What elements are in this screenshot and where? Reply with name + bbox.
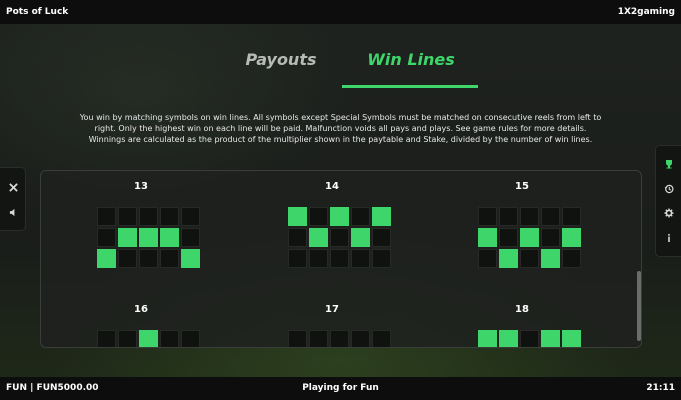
win-line-cell [97, 228, 116, 247]
win-line-cell [372, 228, 391, 247]
win-line-cell-active [499, 249, 518, 268]
mode-label: Playing for Fun [302, 383, 379, 393]
win-line-cell [160, 330, 179, 347]
win-line-cell [520, 207, 539, 226]
win-line-cell [351, 330, 370, 347]
history-icon[interactable] [663, 183, 675, 195]
win-line-number: 18 [515, 304, 529, 315]
active-tab-indicator [342, 85, 478, 88]
win-line-cell [478, 249, 497, 268]
win-line-cell [372, 330, 391, 347]
win-line-cell-active [478, 228, 497, 247]
win-line-cell-active [499, 330, 518, 347]
win-line-cell-active [309, 228, 328, 247]
win-line-cell [118, 207, 137, 226]
win-line-cell-active [351, 228, 370, 247]
win-line-cell-active [541, 330, 560, 347]
win-line-cell [499, 207, 518, 226]
win-line-cell [541, 228, 560, 247]
win-line-number: 16 [134, 304, 148, 315]
win-line-cell-active [562, 330, 581, 347]
clock: 21:11 [646, 383, 675, 393]
win-line-cell [351, 207, 370, 226]
win-lines-panel[interactable]: 13 14 15 16 17 18 [40, 170, 642, 348]
win-line-cell [288, 228, 307, 247]
top-bar: Pots of Luck 1X2gaming [0, 0, 681, 24]
win-line-cell [330, 249, 349, 268]
win-line-cell [309, 249, 328, 268]
win-line-cell-active [288, 207, 307, 226]
win-line-cell [118, 249, 137, 268]
win-line-cell [139, 249, 158, 268]
win-line-cell [562, 249, 581, 268]
win-lines-description: You win by matching symbols on win lines… [79, 113, 602, 144]
win-line-cell-active [118, 228, 137, 247]
right-control-panel [655, 145, 681, 257]
win-line-cell [97, 330, 116, 347]
tab-bar: Payouts Win Lines [216, 44, 478, 90]
close-icon[interactable] [7, 181, 19, 193]
win-line-cell [499, 228, 518, 247]
win-line-cell [181, 228, 200, 247]
win-line-number: 13 [134, 181, 148, 192]
win-line-14: 14 [272, 181, 392, 281]
win-line-cell [330, 330, 349, 347]
win-line-cell [288, 249, 307, 268]
win-line-cell [160, 207, 179, 226]
win-line-cell-active [181, 249, 200, 268]
win-line-cell-active [139, 330, 158, 347]
win-line-cell [139, 207, 158, 226]
win-line-cell-active [97, 249, 116, 268]
info-icon[interactable] [663, 232, 675, 244]
win-line-cell [372, 249, 391, 268]
win-line-cell [97, 207, 116, 226]
win-line-cell-active [330, 207, 349, 226]
win-line-15: 15 [462, 181, 582, 281]
win-line-cell [118, 330, 137, 347]
win-line-cell-active [541, 249, 560, 268]
win-line-cell [181, 207, 200, 226]
tab-payouts[interactable]: Payouts [216, 50, 346, 69]
win-line-cell [541, 207, 560, 226]
brand-name: 1X2gaming [617, 7, 675, 17]
win-line-cell-active [562, 228, 581, 247]
status-bar: FUN | FUN5000.00 Playing for Fun 21:11 [0, 377, 681, 400]
win-line-cell-active [160, 228, 179, 247]
win-line-cell [309, 207, 328, 226]
win-line-cell [288, 330, 307, 347]
win-line-cell-active [372, 207, 391, 226]
win-line-cell [351, 249, 370, 268]
win-line-cell [160, 249, 179, 268]
win-line-cell [181, 330, 200, 347]
win-line-number: 17 [325, 304, 339, 315]
win-line-16: 16 [81, 304, 201, 347]
win-line-cell [562, 207, 581, 226]
win-line-13: 13 [81, 181, 201, 281]
win-line-number: 14 [325, 181, 339, 192]
left-control-panel [0, 167, 26, 231]
trophy-icon[interactable] [663, 158, 675, 170]
win-line-18: 18 [462, 304, 582, 347]
game-title: Pots of Luck [6, 7, 69, 17]
win-line-cell [520, 330, 539, 347]
win-line-cell-active [478, 330, 497, 347]
win-line-cell [309, 330, 328, 347]
win-line-number: 15 [515, 181, 529, 192]
sound-icon[interactable] [7, 206, 19, 218]
win-line-cell-active [139, 228, 158, 247]
win-line-cell [478, 207, 497, 226]
win-line-cell-active [520, 228, 539, 247]
scrollbar-thumb[interactable] [637, 271, 641, 341]
win-line-cell [520, 249, 539, 268]
tab-win-lines[interactable]: Win Lines [346, 50, 476, 69]
gear-icon[interactable] [663, 207, 675, 219]
win-line-17: 17 [272, 304, 392, 347]
win-line-cell [330, 228, 349, 247]
